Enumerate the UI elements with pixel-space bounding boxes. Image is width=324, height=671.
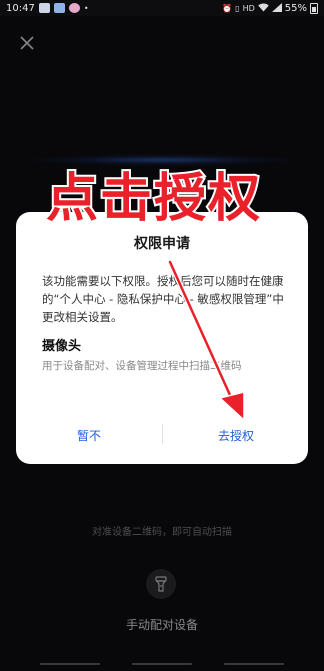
vibrate-icon: ▯: [235, 3, 240, 13]
battery-icon: [310, 2, 318, 14]
status-time: 10:47: [6, 2, 35, 14]
heart-app-icon: [68, 3, 80, 13]
status-right: ⏰ ▯ HD 55%: [222, 2, 318, 14]
alarm-icon: ⏰: [222, 3, 233, 13]
nav-recent-indicator[interactable]: [224, 663, 284, 665]
wifi-icon: [258, 3, 269, 14]
deny-button[interactable]: 暂不: [24, 422, 154, 448]
gallery-icon: [38, 3, 50, 13]
status-bar: 10:47 • ⏰ ▯ HD 55%: [0, 0, 324, 16]
battery-percent: 55%: [284, 2, 307, 14]
button-divider: [162, 424, 163, 444]
more-icon: •: [83, 3, 89, 13]
navigation-bar: [0, 656, 324, 671]
nav-back-indicator[interactable]: [40, 663, 100, 665]
dialog-title: 权限申请: [134, 236, 190, 252]
status-left: 10:47 •: [6, 3, 89, 14]
app-notification-icon: [53, 3, 65, 13]
dialog-description: 该功能需要以下权限。授权后您可以随时在健康的“个人中心 - 隐私保护中心 - 敏…: [42, 274, 284, 324]
permission-description: 用于设备配对、设备管理过程中扫描二维码: [42, 360, 242, 372]
hd-label: HD: [242, 3, 255, 13]
permission-name: 摄像头: [42, 339, 82, 354]
annotation-label: 点击授权: [44, 167, 263, 231]
nav-home-indicator[interactable]: [132, 663, 192, 665]
signal-icon: [271, 2, 282, 14]
allow-button[interactable]: 去授权: [171, 422, 301, 448]
permission-dialog: 权限申请 该功能需要以下权限。授权后您可以随时在健康的“个人中心 - 隐私保护中…: [16, 212, 308, 464]
